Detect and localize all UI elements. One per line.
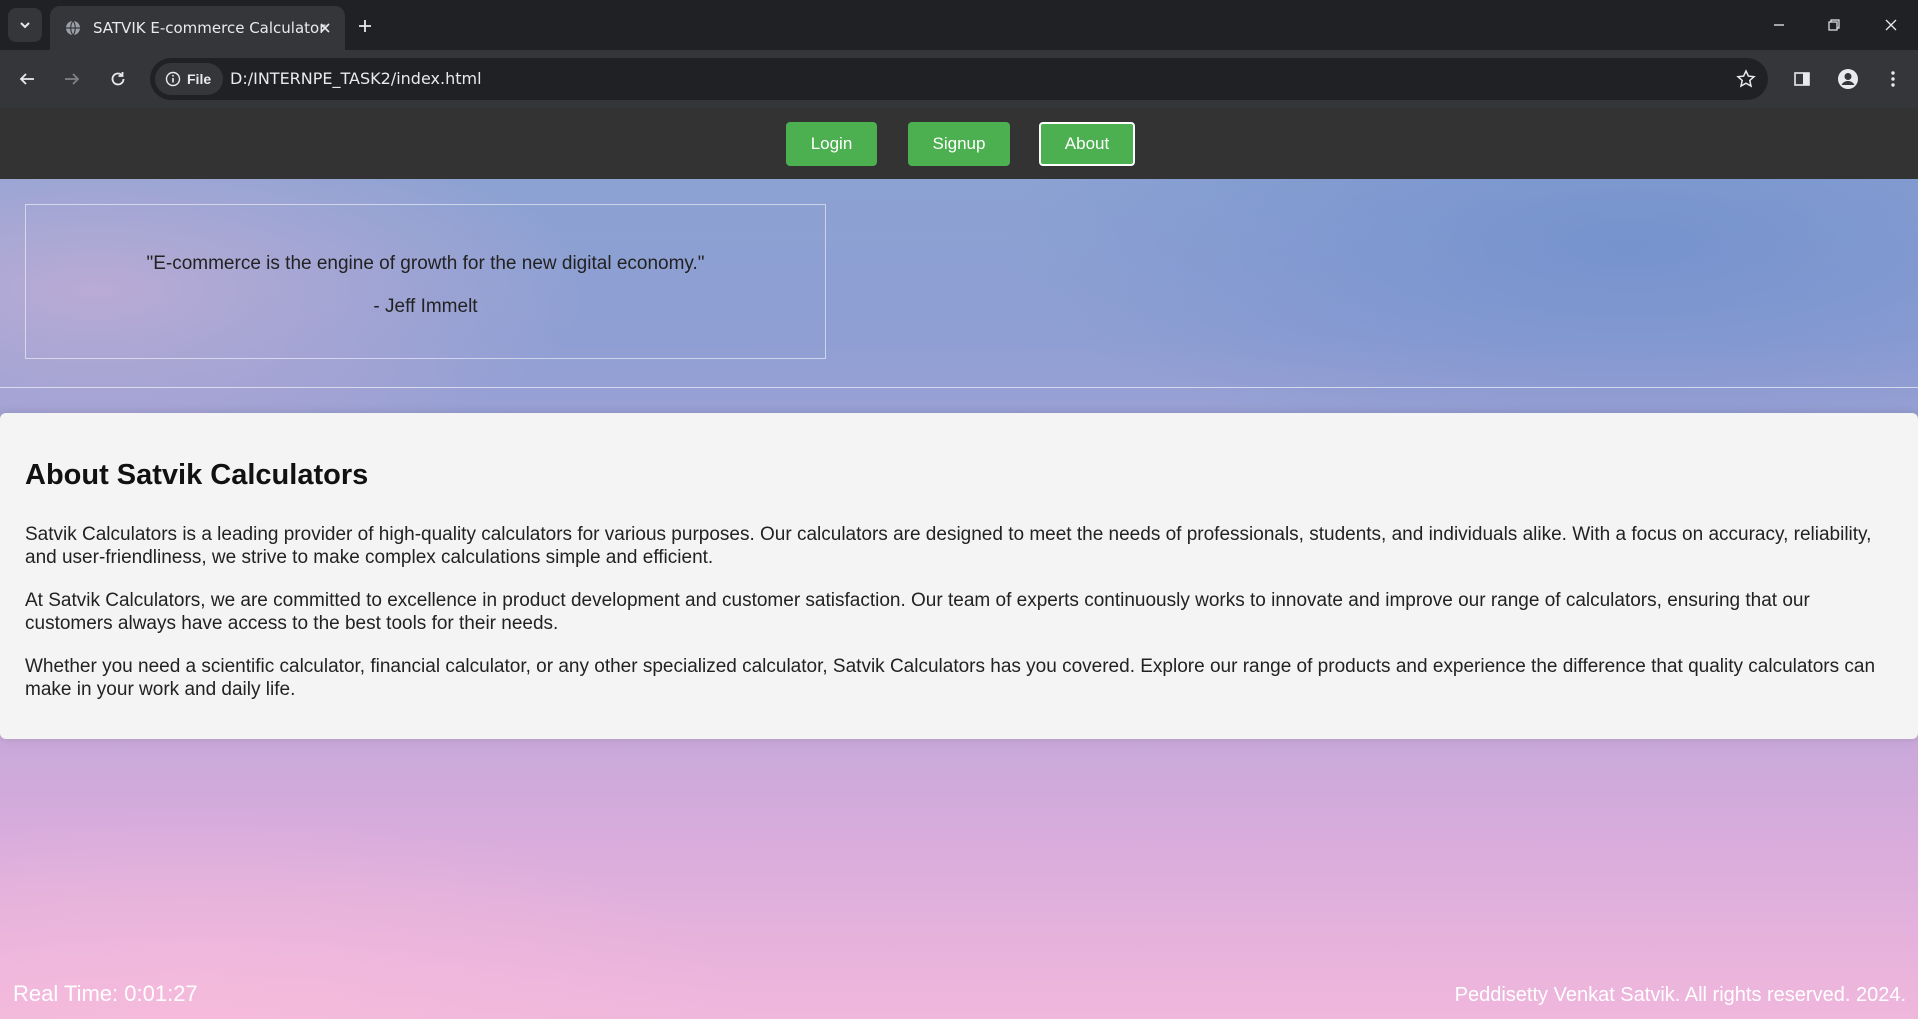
back-button[interactable] [12,64,42,94]
plus-icon [359,20,371,32]
about-paragraph: At Satvik Calculators, we are committed … [25,590,1810,634]
browser-tab[interactable]: SATVIK E-commerce Calculator [50,6,345,50]
bookmark-button[interactable] [1732,65,1760,93]
divider [0,387,1918,388]
restore-icon [1828,19,1840,31]
browser-tab-strip: SATVIK E-commerce Calculator [0,0,1918,50]
tab-title: SATVIK E-commerce Calculator [93,19,326,37]
kebab-menu-icon [1891,71,1895,87]
login-button[interactable]: Login [786,122,877,166]
side-panel-icon [1794,72,1810,86]
close-window-button[interactable] [1876,10,1906,40]
tab-search-button[interactable] [8,8,42,42]
forward-button[interactable] [57,64,87,94]
menu-button[interactable] [1878,64,1908,94]
about-button[interactable]: About [1039,122,1135,166]
info-icon [165,71,181,87]
about-section: About Satvik Calculators Satvik Calculat… [0,413,1918,739]
profile-button[interactable] [1833,64,1863,94]
restore-button[interactable] [1819,10,1849,40]
minimize-icon [1774,24,1784,26]
reload-icon [111,72,125,86]
quote-author: - Jeff Immelt [373,296,478,317]
site-info-chip[interactable]: File [155,63,223,95]
address-bar[interactable]: File D:/INTERNPE_TASK2/index.html [150,58,1768,100]
about-paragraph: Whether you need a scientific calculator… [25,656,1876,700]
site-chip-label: File [187,71,212,87]
star-icon [1736,69,1756,88]
new-tab-button[interactable] [352,13,378,39]
chevron-down-icon [20,22,30,29]
about-title: About Satvik Calculators [25,459,369,491]
side-panel-button[interactable] [1787,64,1817,94]
browser-toolbar: File D:/INTERNPE_TASK2/index.html [0,50,1918,108]
close-icon [1885,19,1897,31]
reload-button[interactable] [103,64,133,94]
quote-box: "E-commerce is the engine of growth for … [25,204,826,359]
arrow-left-icon [19,73,34,85]
avatar-icon [1838,69,1858,89]
about-paragraph: Satvik Calculators is a leading provider… [25,524,1872,568]
quote-text: "E-commerce is the engine of growth for … [146,253,705,274]
globe-icon [64,19,82,37]
arrow-right-icon [65,73,80,85]
real-time-clock: Real Time: 0:01:27 [13,981,198,1006]
minimize-button[interactable] [1764,10,1794,40]
footer-copyright: Peddisetty Venkat Satvik. All rights res… [1454,984,1906,1006]
site-navbar: Login Signup About [0,108,1918,179]
close-tab-icon[interactable] [315,18,335,38]
url-text[interactable]: D:/INTERNPE_TASK2/index.html [230,69,482,88]
page-viewport: Login Signup About "E-commerce is the en… [0,108,1918,1019]
signup-button[interactable]: Signup [908,122,1010,166]
